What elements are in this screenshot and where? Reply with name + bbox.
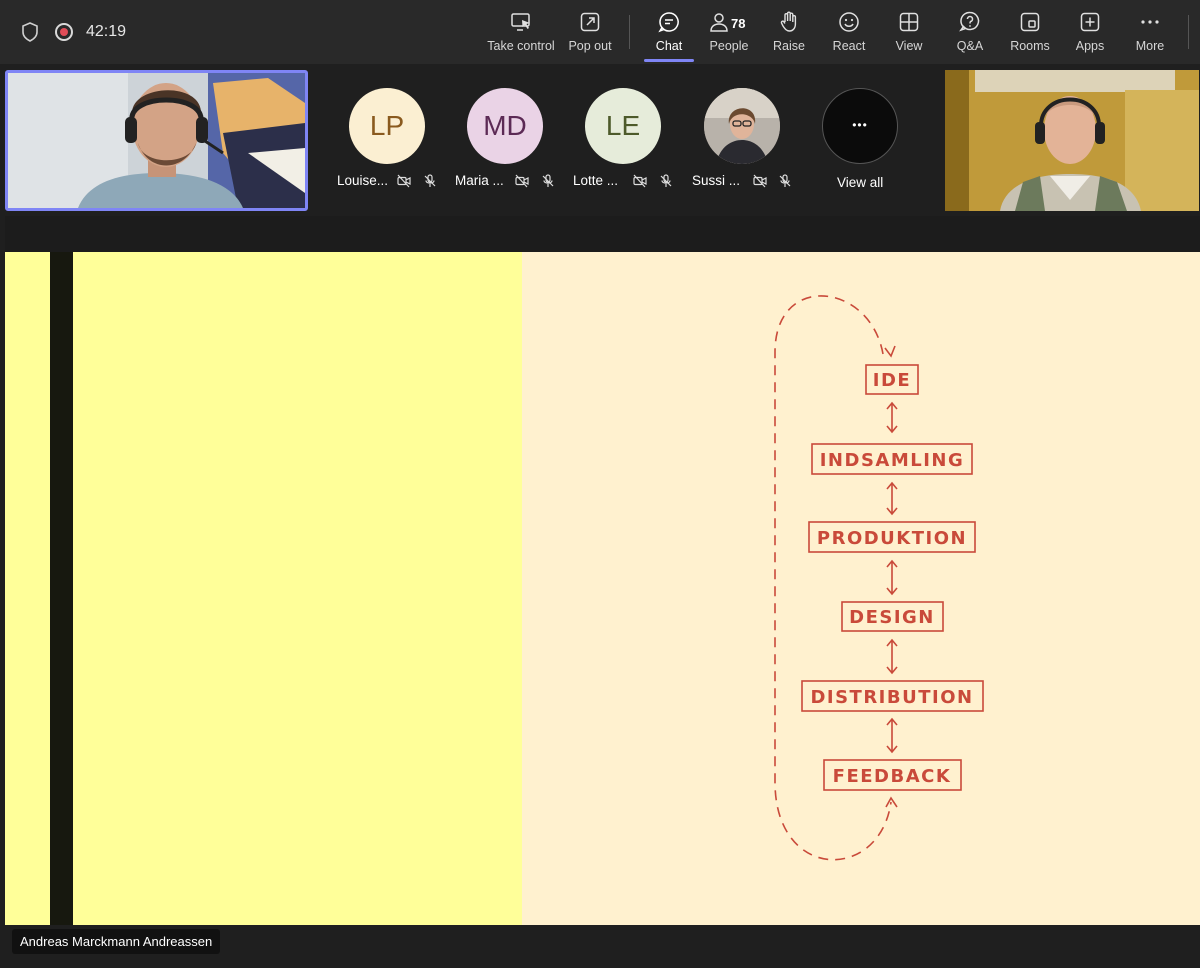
- camera-off-icon: [753, 174, 767, 188]
- participant-photo: [704, 88, 780, 164]
- more-icon: [1141, 20, 1159, 24]
- participant-name: Lotte ...: [573, 173, 619, 188]
- participant-name: Sussi ...: [692, 173, 741, 188]
- mic-off-icon: [424, 174, 436, 187]
- qa-button[interactable]: Q&A: [952, 10, 988, 60]
- mic-off-icon: [542, 174, 554, 187]
- connector-arrow: [886, 559, 898, 596]
- camera-off-icon: [397, 174, 411, 188]
- pop-out-icon: [580, 12, 600, 32]
- qa-label: Q&A: [956, 39, 984, 53]
- toolbar-divider: [629, 15, 630, 49]
- raise-label: Raise: [773, 39, 805, 53]
- speaker-video-tile[interactable]: [5, 70, 308, 211]
- participant-video-tile[interactable]: [945, 70, 1199, 211]
- camera-off-icon: [633, 174, 647, 188]
- apps-label: Apps: [1075, 39, 1105, 53]
- react-icon: [839, 12, 859, 32]
- camera-off-icon: [515, 174, 529, 188]
- apps-icon: [1080, 12, 1100, 32]
- view-all-button[interactable]: •••: [822, 88, 898, 164]
- participant-video-image: [945, 70, 1199, 211]
- view-all-label[interactable]: View all: [837, 175, 883, 190]
- rooms-icon: [1020, 12, 1040, 32]
- toolbar-divider: [1188, 15, 1189, 49]
- chat-active-indicator: [644, 59, 694, 62]
- mic-off-icon: [779, 174, 791, 187]
- step-label-feedback: FEEDBACK: [833, 766, 952, 787]
- participant-avatar-sussi[interactable]: [704, 88, 780, 164]
- speaker-video-image: [8, 73, 305, 208]
- participant-avatar-le[interactable]: LE: [585, 88, 661, 164]
- qa-icon: [959, 11, 980, 32]
- people-button[interactable]: People: [705, 10, 753, 60]
- view-icon: [899, 12, 919, 32]
- step-label-indsamling: INDSAMLING: [820, 450, 965, 471]
- apps-button[interactable]: Apps: [1072, 10, 1108, 60]
- people-icon: [710, 13, 728, 32]
- raise-hand-button[interactable]: Raise: [770, 10, 808, 60]
- shield-icon[interactable]: [21, 22, 39, 42]
- recording-indicator-icon: [55, 23, 73, 41]
- pop-out-button[interactable]: Pop out: [566, 10, 614, 60]
- take-control-label: Take control: [487, 39, 555, 53]
- react-button[interactable]: React: [829, 10, 869, 60]
- chat-label: Chat: [655, 39, 683, 53]
- take-control-icon: [511, 13, 530, 31]
- chat-icon: [658, 12, 679, 33]
- connector-arrow: [886, 638, 898, 675]
- presenter-name-tag: Andreas Marckmann Andreassen: [12, 929, 221, 954]
- meeting-toolbar: 42:19 Take control Pop out Chat People 7…: [0, 0, 1200, 64]
- take-control-button[interactable]: Take control: [484, 10, 558, 60]
- connector-arrow: [886, 401, 898, 434]
- meeting-timer: 42:19: [86, 23, 127, 40]
- participant-count: 78: [731, 16, 746, 31]
- more-label: More: [1135, 39, 1165, 53]
- connector-arrow: [886, 717, 898, 754]
- process-diagram: IDE INDSAMLING PRODUKTION DESIGN DISTRIB…: [774, 295, 984, 861]
- view-label: View: [895, 39, 923, 53]
- participant-name: Louise...: [337, 173, 389, 188]
- participant-name: Maria ...: [455, 173, 504, 188]
- connector-arrow: [886, 481, 898, 516]
- shared-slide: IDE INDSAMLING PRODUKTION DESIGN DISTRIB…: [5, 252, 1200, 925]
- step-label-distribution: DISTRIBUTION: [810, 687, 973, 708]
- rooms-button[interactable]: Rooms: [1008, 10, 1052, 60]
- pop-out-label: Pop out: [568, 39, 612, 53]
- step-label-produktion: PRODUKTION: [817, 528, 967, 549]
- chat-button[interactable]: Chat: [649, 10, 689, 60]
- mic-off-icon: [660, 174, 672, 187]
- presentation-header-gap: [5, 216, 1200, 252]
- participant-avatar-md[interactable]: MD: [467, 88, 543, 164]
- rooms-label: Rooms: [1010, 39, 1050, 53]
- react-label: React: [832, 39, 866, 53]
- view-button[interactable]: View: [892, 10, 926, 60]
- meeting-window: 42:19 Take control Pop out Chat People 7…: [0, 0, 1200, 968]
- more-button[interactable]: More: [1132, 10, 1168, 60]
- participant-avatar-lp[interactable]: LP: [349, 88, 425, 164]
- step-label-design: DESIGN: [849, 607, 935, 628]
- people-label: People: [709, 39, 749, 53]
- raise-hand-icon: [780, 11, 797, 32]
- step-label-ide: IDE: [873, 370, 911, 391]
